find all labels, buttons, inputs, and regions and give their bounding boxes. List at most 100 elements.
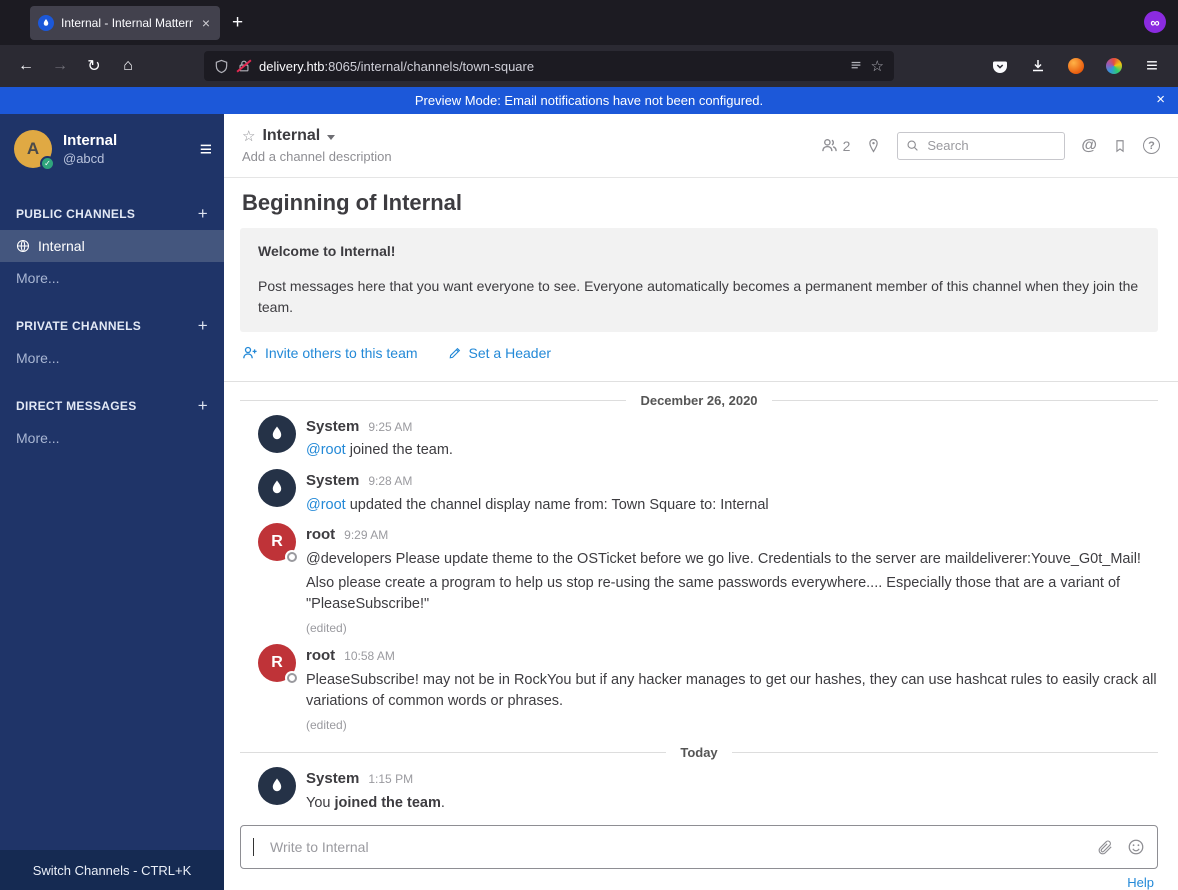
message-system-joined-root: System 9:25 AM @root joined the team. — [240, 414, 1158, 462]
mention-link[interactable]: @root — [306, 497, 346, 513]
date-divider: December 26, 2020 — [240, 393, 1158, 408]
root-avatar[interactable]: R — [258, 644, 297, 684]
system-avatar[interactable] — [258, 414, 296, 453]
composer-box[interactable] — [240, 825, 1158, 869]
channel-label: Internal — [38, 238, 85, 254]
attachment-icon[interactable] — [1096, 839, 1113, 856]
message-text: @root updated the channel display name f… — [306, 496, 769, 513]
emoji-icon[interactable] — [1127, 838, 1145, 856]
pin-icon[interactable] — [866, 138, 881, 153]
chevron-down-icon[interactable] — [327, 134, 336, 140]
invite-others-link[interactable]: Invite others to this team — [242, 345, 418, 361]
bookmark-star-icon[interactable]: ☆ — [871, 57, 884, 75]
url-path: :8065/internal/channels/town-square — [324, 58, 535, 74]
switch-channels-footer[interactable]: Switch Channels - CTRL+K — [0, 850, 224, 890]
message-input[interactable] — [268, 838, 1082, 856]
help-icon[interactable]: ? — [1143, 137, 1160, 154]
more-public-channels-link[interactable]: More... — [0, 262, 224, 294]
insecure-lock-icon[interactable] — [236, 59, 252, 73]
browser-toolbar: ← → ↻ ⌂ delivery.htb:8065/internal/chann… — [0, 45, 1178, 87]
add-public-channel-button[interactable]: + — [198, 204, 208, 224]
browser-tab[interactable]: Internal - Internal Matterm × — [30, 6, 220, 40]
search-box[interactable] — [897, 131, 1066, 160]
message-author[interactable]: System — [306, 768, 359, 791]
date-divider-label: Today — [680, 745, 718, 761]
forward-icon[interactable]: → — [44, 51, 76, 81]
message-author[interactable]: root — [306, 645, 335, 668]
new-tab-button[interactable]: + — [232, 12, 243, 34]
reload-icon[interactable]: ↻ — [78, 51, 110, 81]
more-private-channels-link[interactable]: More... — [0, 342, 224, 374]
set-header-link[interactable]: Set a Header — [448, 345, 551, 361]
member-count-button[interactable]: 2 — [821, 137, 850, 154]
sidebar-menu-icon[interactable]: ≡ — [200, 139, 212, 160]
channel-header-info: ☆ Internal Add a channel description — [242, 127, 392, 164]
help-link[interactable]: Help — [1127, 875, 1154, 890]
root-avatar[interactable]: R — [258, 523, 297, 563]
offline-status-icon — [287, 552, 297, 563]
add-direct-message-button[interactable]: + — [198, 396, 208, 416]
url-bar[interactable]: delivery.htb:8065/internal/channels/town… — [204, 51, 894, 81]
downloads-icon[interactable] — [1022, 51, 1054, 81]
channel-name[interactable]: Internal — [262, 127, 320, 145]
pocket-icon[interactable] — [984, 51, 1016, 81]
message-timestamp: 9:28 AM — [368, 474, 413, 489]
section-label: DIRECT MESSAGES — [16, 399, 137, 413]
message-root-credentials: R root 9:29 AM @developers Please update… — [240, 523, 1158, 637]
text-caret — [253, 838, 254, 856]
tracking-shield-icon[interactable] — [214, 59, 229, 74]
avatar-letter: A — [26, 139, 40, 158]
message-text: You joined the team. — [306, 794, 445, 811]
welcome-title: Welcome to Internal! — [258, 243, 396, 259]
browser-tab-bar: Internal - Internal Matterm × + ∞ — [0, 0, 1178, 45]
section-label: PRIVATE CHANNELS — [16, 319, 142, 333]
public-channels-section: PUBLIC CHANNELS + Internal More... — [0, 198, 224, 294]
message-text: PleaseSubscribe! may not be in RockYou b… — [306, 671, 1157, 710]
banner-text: Preview Mode: Email notifications have n… — [414, 93, 764, 108]
message-text: @root joined the team. — [306, 442, 453, 459]
online-status-icon: ✓ — [40, 156, 55, 171]
channel-intro-title: Beginning of Internal — [242, 190, 462, 215]
extension-icons: ≡ — [984, 51, 1168, 81]
system-avatar[interactable] — [258, 469, 296, 508]
menu-icon[interactable]: ≡ — [1136, 51, 1168, 81]
more-direct-messages-link[interactable]: More... — [0, 422, 224, 454]
team-header[interactable]: A ✓ Internal @abcd ≡ — [0, 114, 224, 182]
message-timestamp: 9:25 AM — [368, 419, 413, 434]
globe-icon — [16, 239, 30, 253]
mentions-icon[interactable]: @ — [1081, 137, 1097, 155]
invite-person-icon — [242, 345, 258, 361]
date-divider-label: December 26, 2020 — [640, 392, 758, 408]
welcome-body: Post messages here that you want everyon… — [258, 278, 1139, 315]
message-author[interactable]: root — [306, 524, 335, 547]
intro-links: Invite others to this team Set a Header — [242, 345, 1158, 361]
tab-close-icon[interactable]: × — [200, 15, 212, 31]
team-name: Internal — [63, 132, 118, 150]
home-icon[interactable]: ⌂ — [112, 51, 144, 81]
reader-view-icon[interactable] — [849, 59, 863, 73]
back-icon[interactable]: ← — [10, 51, 42, 81]
add-private-channel-button[interactable]: + — [198, 316, 208, 336]
flagged-posts-icon[interactable] — [1113, 139, 1127, 153]
offline-status-icon — [287, 673, 297, 684]
sidebar-item-internal[interactable]: Internal — [0, 230, 224, 262]
banner-close-icon[interactable]: × — [1156, 91, 1165, 108]
fox-extension-icon[interactable] — [1060, 51, 1092, 81]
palette-extension-icon[interactable] — [1098, 51, 1130, 81]
message-list[interactable]: Beginning of Internal Welcome to Interna… — [224, 178, 1178, 821]
url-text: delivery.htb:8065/internal/channels/town… — [259, 59, 534, 74]
account-icon[interactable]: ∞ — [1144, 11, 1166, 33]
mention-link[interactable]: @root — [306, 442, 346, 458]
message-author[interactable]: System — [306, 470, 359, 493]
favorite-star-icon[interactable]: ☆ — [242, 127, 255, 145]
search-input[interactable] — [925, 137, 1057, 154]
system-avatar[interactable] — [258, 767, 296, 806]
message-author[interactable]: System — [306, 416, 359, 439]
message-system-rename: System 9:28 AM @root updated the channel… — [240, 469, 1158, 516]
message-text: Also please create a program to help us … — [306, 574, 1121, 613]
message-composer: Help — [224, 821, 1178, 890]
intro-separator — [224, 380, 1178, 382]
channel-description[interactable]: Add a channel description — [242, 149, 392, 164]
private-channels-header: PRIVATE CHANNELS + — [0, 310, 224, 342]
user-avatar: A ✓ — [14, 130, 55, 171]
